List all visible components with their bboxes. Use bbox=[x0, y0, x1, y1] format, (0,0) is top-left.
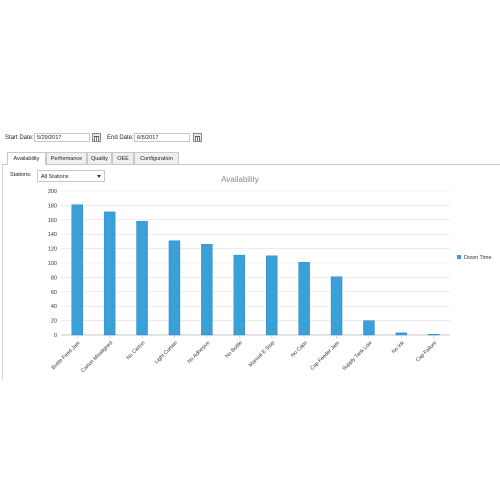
y-tick-label: 180 bbox=[48, 203, 57, 209]
tab-bar: Availability Performance Quality OEE Con… bbox=[2, 152, 500, 165]
x-tick-label: Light Curtain bbox=[154, 340, 179, 365]
tab-quality[interactable]: Quality bbox=[87, 152, 112, 164]
x-tick-label: No Carton bbox=[125, 340, 146, 361]
availability-chart: Availability 0 20 40 60 80 100 120 140 160 180 200 B… bbox=[48, 175, 492, 374]
y-tick-label: 200 bbox=[48, 189, 57, 195]
y-tick-label: 80 bbox=[51, 275, 57, 281]
date-filter-bar: Start Date: 5/29/2017 End Date: 6/5/2017 bbox=[0, 128, 500, 148]
bar bbox=[201, 244, 213, 336]
start-date-input[interactable]: 5/29/2017 bbox=[34, 133, 90, 142]
x-tick-label: Manual E Stop bbox=[248, 340, 276, 368]
x-tick-label: Cap Feeder Jam bbox=[309, 340, 341, 372]
x-tick-label: Cap Failure bbox=[415, 340, 438, 363]
bar bbox=[298, 262, 310, 336]
bar bbox=[363, 320, 375, 336]
tab-oee[interactable]: OEE bbox=[112, 152, 134, 164]
tab-performance[interactable]: Performance bbox=[46, 152, 87, 164]
x-tick-label: Bottle Feed Jam bbox=[51, 340, 82, 371]
y-tick-label: 60 bbox=[51, 290, 57, 296]
x-tick-label: Supply Tank Low bbox=[341, 340, 373, 372]
y-tick-label: 160 bbox=[48, 218, 57, 224]
y-tick-label: 140 bbox=[48, 232, 57, 238]
end-calendar-icon[interactable] bbox=[193, 133, 202, 142]
bar bbox=[266, 255, 278, 336]
bar bbox=[71, 204, 83, 336]
x-tick-label: No Bottle bbox=[224, 340, 243, 359]
bar bbox=[136, 221, 148, 336]
x-tick-label: Carton Misaligned bbox=[80, 340, 114, 374]
legend-swatch bbox=[457, 255, 461, 259]
x-tick-label: No Ink bbox=[391, 340, 406, 355]
bar bbox=[395, 332, 408, 336]
x-tick-label: No Adhesive bbox=[186, 340, 211, 365]
tab-availability[interactable]: Availability bbox=[7, 152, 46, 165]
legend-label: Down Time bbox=[464, 255, 492, 261]
bar bbox=[103, 211, 116, 336]
y-tick-label: 40 bbox=[51, 304, 57, 310]
start-calendar-icon[interactable] bbox=[92, 133, 101, 142]
tab-configuration[interactable]: Configuration bbox=[134, 152, 179, 164]
y-tick-label: 120 bbox=[48, 247, 57, 253]
y-tick-label: 0 bbox=[54, 333, 57, 339]
y-tick-label: 20 bbox=[51, 319, 57, 325]
end-date-input[interactable]: 6/5/2017 bbox=[134, 133, 190, 142]
bar bbox=[168, 240, 181, 336]
end-date-label: End Date: bbox=[107, 135, 134, 141]
bar bbox=[428, 334, 440, 336]
chart-title: Availability bbox=[221, 175, 259, 184]
y-tick-label: 100 bbox=[48, 261, 57, 267]
bar bbox=[330, 276, 343, 336]
x-tick-label: No Caps bbox=[290, 340, 309, 359]
bar bbox=[233, 254, 245, 336]
start-date-label: Start Date: bbox=[5, 135, 34, 141]
